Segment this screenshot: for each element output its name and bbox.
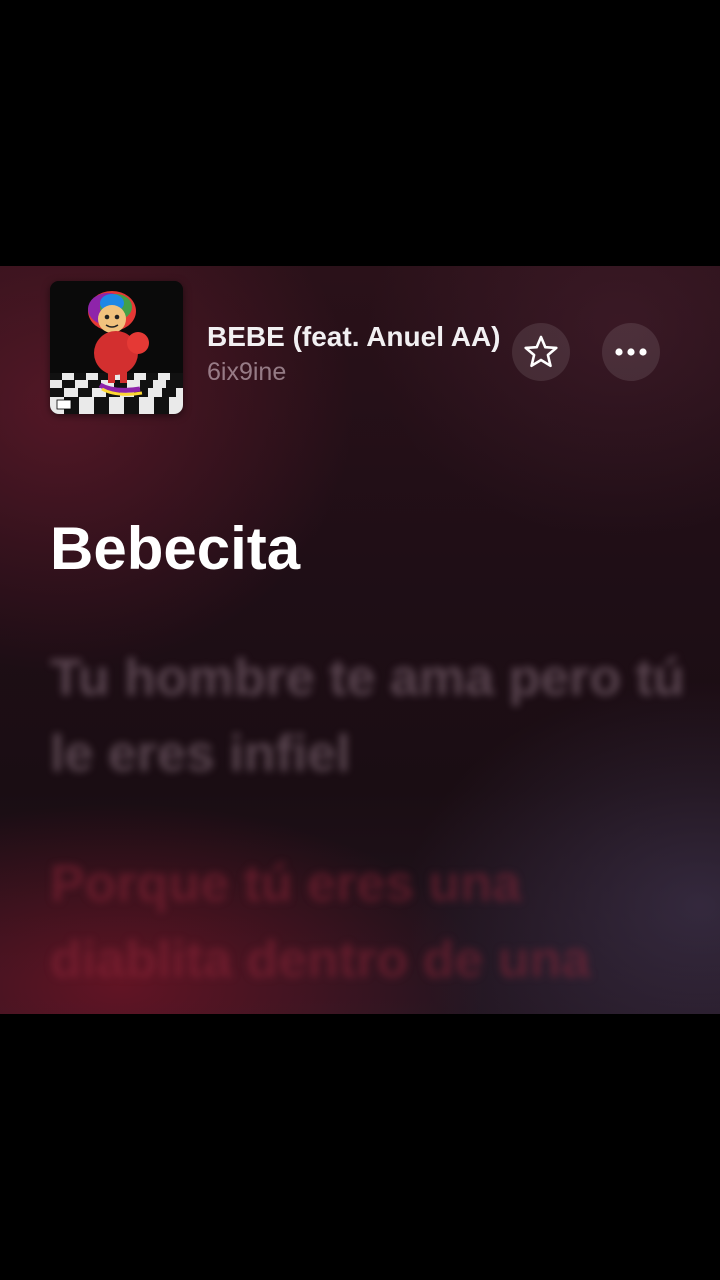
upcoming-lyric-line[interactable]: Porque tú eres una diablita dentro de un… [50, 846, 690, 998]
ellipsis-icon [615, 348, 647, 356]
screen: BEBE (feat. Anuel AA) 6ix9ine Bebecita T… [0, 0, 720, 1280]
album-artwork-image [50, 281, 183, 414]
advisory-label [56, 399, 72, 410]
track-title[interactable]: BEBE (feat. Anuel AA) [207, 320, 501, 354]
current-lyric-line[interactable]: Bebecita [50, 514, 300, 584]
star-icon [524, 335, 558, 368]
more-options-button[interactable] [602, 323, 660, 381]
artist-name[interactable]: 6ix9ine [207, 356, 286, 388]
album-artwork[interactable] [50, 281, 183, 414]
favorite-button[interactable] [512, 323, 570, 381]
next-lyric-line[interactable]: Tu hombre te ama pero tú le eres infiel [50, 640, 690, 792]
lyrics-player: BEBE (feat. Anuel AA) 6ix9ine Bebecita T… [0, 266, 720, 1014]
